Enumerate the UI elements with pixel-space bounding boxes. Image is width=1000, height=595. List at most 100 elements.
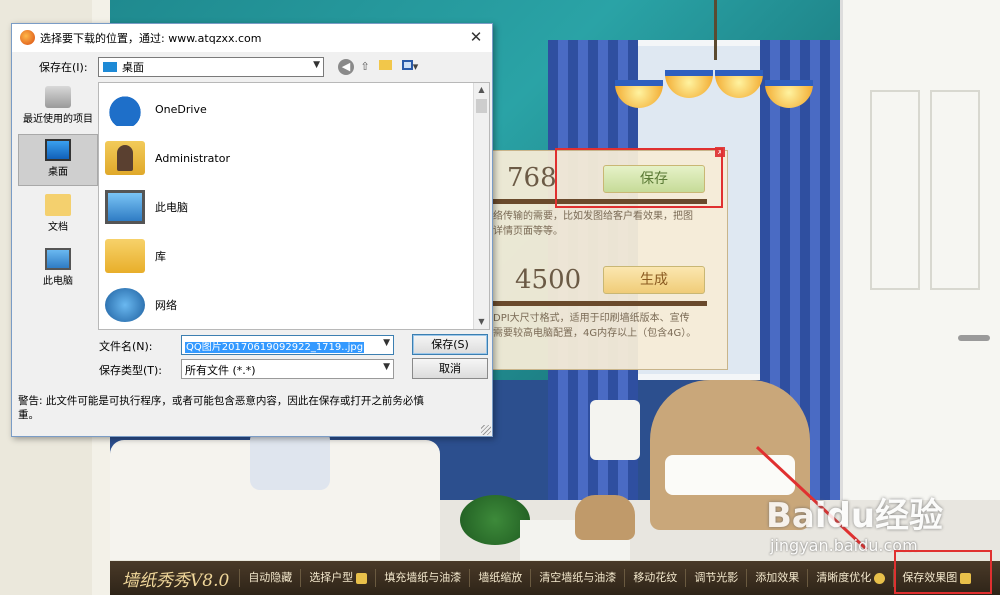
toolbar-label: 清晰度优化 (816, 571, 872, 584)
toolbar-label: 清空墙纸与油漆 (539, 571, 617, 584)
place-recent[interactable]: 最近使用的项目 (18, 82, 98, 134)
chevron-down-icon: ▼ (383, 362, 390, 372)
toolbar-clear-wallpaper[interactable]: 清空墙纸与油漆 (530, 569, 624, 587)
door-panel-left (870, 90, 920, 290)
toolbar-label: 自动隐藏 (248, 571, 293, 584)
new-folder-icon[interactable] (377, 59, 393, 75)
sofa-pillow (250, 430, 330, 490)
places-bar: 最近使用的项目 桌面 文档 此电脑 (18, 82, 98, 322)
dialog-save-button[interactable]: 保存(S) (412, 334, 488, 355)
desktop-icon (45, 139, 71, 161)
file-item-label: Administrator (155, 151, 230, 165)
file-item-label: OneDrive (155, 102, 207, 116)
app-logo: 墙纸秀秀V8.0 (122, 570, 230, 591)
filetype-dropdown[interactable]: 所有文件 (*.*) ▼ (181, 359, 394, 379)
save-in-label: 保存在(I): (39, 61, 88, 74)
size-option-4500: 4500 (515, 265, 582, 295)
desktop-folder-icon (103, 62, 117, 72)
up-folder-icon[interactable]: ⇧ (357, 59, 373, 75)
toolbar-wallpaper-scale[interactable]: 墙纸缩放 (469, 569, 530, 587)
place-label: 文档 (48, 222, 68, 233)
toolbar-label: 添加效果 (755, 571, 800, 584)
wicker-basket (575, 495, 635, 540)
view-menu-icon[interactable]: ▾ (398, 59, 422, 75)
scrollbar-thumb[interactable] (476, 99, 487, 113)
documents-icon (45, 194, 71, 216)
place-label: 桌面 (48, 167, 68, 178)
dialog-titlebar[interactable]: 选择要下载的位置，通过: www.atqzxx.com ✕ (12, 24, 492, 52)
chevron-down-icon[interactable]: ▼ (383, 338, 390, 348)
toolbar-label: 调节光影 (694, 571, 739, 584)
onedrive-icon (105, 92, 145, 126)
scroll-down-icon[interactable]: ▼ (474, 315, 489, 329)
file-item-libraries[interactable]: 库 (105, 234, 465, 278)
filename-label: 文件名(N): (99, 340, 153, 353)
place-desktop[interactable]: 桌面 (18, 134, 98, 186)
file-list-scrollbar[interactable]: ▲ ▼ (473, 83, 489, 329)
filename-value: QQ图片20170619092922_1719..jpg (185, 342, 365, 353)
toolbar-label: 填充墙纸与油漆 (384, 571, 462, 584)
side-table (590, 400, 640, 460)
file-item-network[interactable]: 网络 (105, 283, 465, 327)
toolbar-add-effect[interactable]: 添加效果 (746, 569, 807, 587)
file-item-label: 此电脑 (155, 201, 188, 214)
filetype-value: 所有文件 (*.*) (185, 364, 256, 377)
firefox-icon (20, 30, 35, 45)
library-icon (105, 239, 145, 273)
file-item-label: 库 (155, 250, 166, 263)
file-item-onedrive[interactable]: OneDrive (105, 87, 465, 131)
toolbar-fill-wallpaper[interactable]: 填充墙纸与油漆 (375, 569, 469, 587)
watermark-logo: Baidu经验 (766, 496, 944, 536)
size-option-768-description: 络传输的需要，比如发图给客户看效果，把图 详情页面等等。 (493, 211, 693, 237)
save-as-dialog: 选择要下载的位置，通过: www.atqzxx.com ✕ 保存在(I): 桌面… (11, 23, 493, 437)
chandelier-lamp (715, 70, 763, 98)
app-toolbar: 墙纸秀秀V8.0 自动隐藏 选择户型 填充墙纸与油漆 墙纸缩放 清空墙纸与油漆 … (110, 561, 1000, 595)
toolbar-move-pattern[interactable]: 移动花纹 (624, 569, 685, 587)
resize-grip[interactable] (481, 425, 491, 435)
door-panel-right (930, 90, 980, 290)
generate-size-button[interactable]: 生成 (603, 266, 705, 294)
chandelier-lamp (665, 70, 713, 98)
size-option-768: 768 (507, 163, 557, 193)
toolbar-adjust-lighting[interactable]: 调节光影 (685, 569, 746, 587)
network-icon (105, 288, 145, 322)
recent-icon (45, 86, 71, 108)
box-icon (356, 572, 368, 584)
annotation-highlight-save (555, 148, 723, 208)
file-list: OneDrive Administrator 此电脑 库 网络 ▲ ▼ (98, 82, 490, 330)
place-this-pc[interactable]: 此电脑 (18, 244, 98, 296)
toolbar-label: 选择户型 (309, 571, 354, 584)
dialog-cancel-button[interactable]: 取消 (412, 358, 488, 379)
back-arrow-icon[interactable]: ◀ (338, 59, 354, 75)
place-documents[interactable]: 文档 (18, 190, 98, 242)
save-in-value: 桌面 (122, 61, 144, 74)
size-divider (493, 301, 707, 306)
file-item-this-pc[interactable]: 此电脑 (105, 185, 465, 229)
close-icon[interactable]: ✕ (466, 27, 486, 47)
this-pc-icon (45, 248, 71, 270)
size-option-4500-description: DPI大尺寸格式，适用于印刷墙纸版本、宣传 需要较高电脑配置，4G内存以上（包含… (493, 313, 697, 339)
annotation-highlight-save-render (894, 550, 992, 594)
scroll-up-icon[interactable]: ▲ (474, 83, 489, 97)
toolbar-label: 移动花纹 (633, 571, 678, 584)
toolbar-label: 墙纸缩放 (478, 571, 523, 584)
save-in-dropdown[interactable]: 桌面 ▼ (98, 57, 324, 77)
chevron-down-icon: ▼ (313, 60, 320, 70)
chandelier (615, 55, 815, 155)
filename-input[interactable]: QQ图片20170619092922_1719..jpg ▼ (181, 335, 394, 355)
chandelier-chain (714, 0, 717, 60)
user-folder-icon (105, 141, 145, 175)
toolbar-clarity-optimize[interactable]: 清晰度优化 (807, 569, 893, 587)
computer-icon (105, 190, 145, 224)
file-item-administrator[interactable]: Administrator (105, 136, 465, 180)
place-label: 此电脑 (43, 276, 73, 287)
toolbar-select-layout[interactable]: 选择户型 (300, 569, 375, 587)
chandelier-lamp (765, 80, 813, 108)
toolbar-auto-hide[interactable]: 自动隐藏 (239, 569, 300, 587)
filetype-label: 保存类型(T): (99, 364, 163, 377)
chandelier-lamp (615, 80, 663, 108)
optimize-icon (874, 572, 886, 584)
file-item-label: 网络 (155, 299, 177, 312)
place-label: 最近使用的项目 (23, 114, 93, 125)
door-handle (958, 335, 990, 341)
